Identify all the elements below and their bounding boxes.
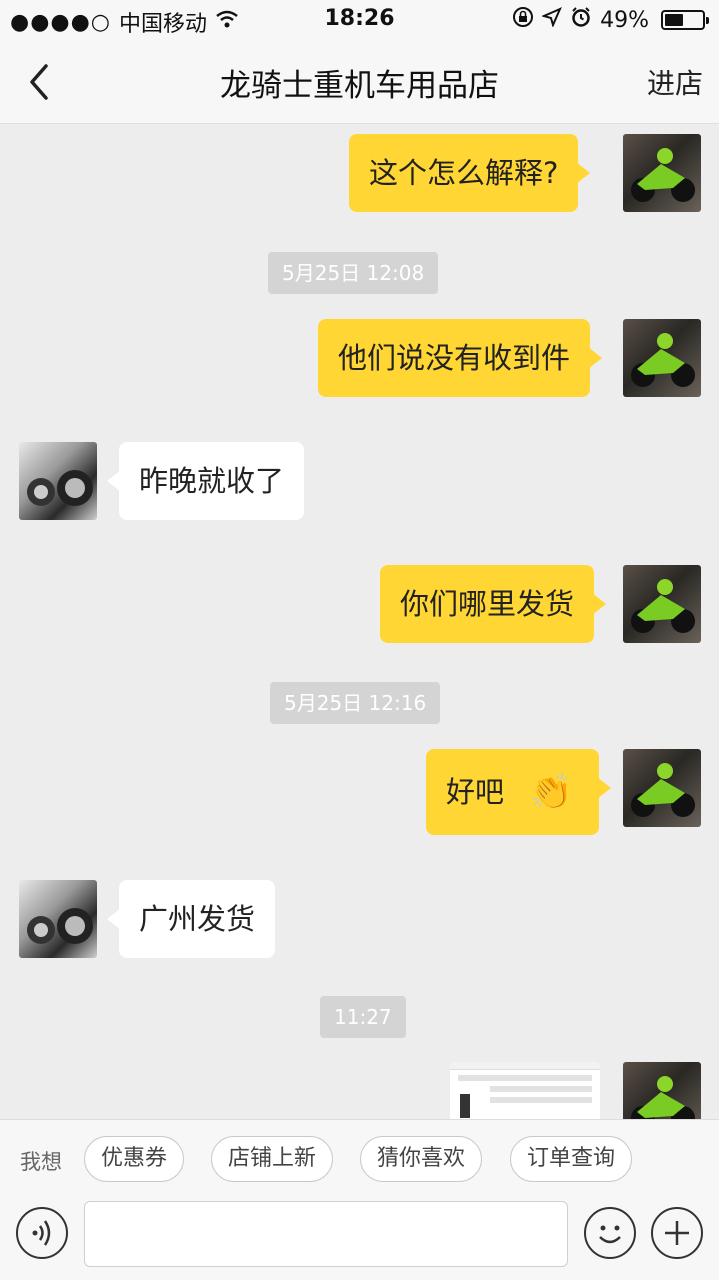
input-bar (0, 1197, 719, 1280)
voice-icon (32, 1220, 51, 1246)
quick-reply-new-arrivals[interactable]: 店铺上新 (211, 1136, 334, 1182)
avatar-self[interactable] (623, 134, 701, 212)
avatar-shop[interactable] (19, 442, 97, 520)
image-message-thumbnail[interactable] (450, 1062, 600, 1119)
thumbnail-status-bar (450, 1062, 600, 1070)
thumbnail-row (458, 1075, 592, 1081)
motorcycle-avatar-icon (631, 148, 695, 202)
chat-area[interactable]: 这个怎么解释? 5月25日 12:08 他们说没有收到件 昨晚就收了 你们哪里发… (0, 124, 719, 1119)
motorcycle-avatar-icon (631, 1076, 695, 1119)
timestamp: 5月25日 12:08 (268, 252, 439, 294)
page-title: 龙骑士重机车用品店 (220, 68, 499, 104)
chopper-avatar-icon (27, 470, 93, 506)
avatar-shop[interactable] (19, 880, 97, 958)
timestamp: 11:27 (320, 996, 406, 1038)
avatar-self[interactable] (623, 1062, 701, 1119)
message-input[interactable] (84, 1201, 568, 1267)
quick-reply-order-query[interactable]: 订单查询 (510, 1136, 633, 1182)
emoji-button[interactable] (584, 1207, 636, 1259)
quick-reply-bar: 我想 优惠券 店铺上新 猜你喜欢 订单查询 (0, 1119, 719, 1197)
message-bubble-received[interactable]: 昨晚就收了 (106, 442, 305, 520)
motorcycle-avatar-icon (631, 333, 695, 387)
status-bar: ●●●●○ 中国移动 18:26 49% (0, 0, 719, 40)
enter-shop-button[interactable]: 进店 (647, 62, 703, 102)
more-button[interactable] (651, 1207, 703, 1259)
quick-reply-label: 我想 (20, 1150, 62, 1174)
clapping-hands-icon: 👏 (530, 772, 573, 812)
chopper-avatar-icon (27, 908, 93, 944)
quick-reply-recommend[interactable]: 猜你喜欢 (360, 1136, 483, 1182)
message-text: 好吧 (446, 775, 505, 809)
motorcycle-avatar-icon (631, 579, 695, 633)
nav-bar: 龙骑士重机车用品店 进店 (0, 40, 719, 124)
avatar-self[interactable] (623, 565, 701, 643)
thumbnail-row (490, 1097, 592, 1103)
status-right: 49% (512, 6, 709, 34)
avatar-self[interactable] (623, 319, 701, 397)
message-bubble-sent[interactable]: 他们说没有收到件 (318, 319, 603, 397)
thumbnail-row (490, 1086, 592, 1092)
rotation-lock-icon (512, 6, 534, 34)
smiley-icon (599, 1225, 621, 1244)
thumbnail-product-image (460, 1094, 470, 1118)
alarm-icon (570, 6, 592, 34)
voice-button[interactable] (16, 1207, 68, 1259)
message-bubble-sent[interactable]: 你们哪里发货 (380, 565, 607, 643)
plus-icon (665, 1221, 689, 1245)
battery-icon (661, 10, 709, 30)
battery-percent: 49% (600, 7, 649, 33)
quick-reply-coupon[interactable]: 优惠券 (84, 1136, 185, 1182)
message-bubble-received[interactable]: 广州发货 (106, 880, 276, 958)
motorcycle-avatar-icon (631, 763, 695, 817)
location-icon (541, 7, 563, 33)
avatar-self[interactable] (623, 749, 701, 827)
message-bubble-sent[interactable]: 好吧 👏 (426, 749, 611, 835)
timestamp: 5月25日 12:16 (270, 682, 441, 724)
message-bubble-sent[interactable]: 这个怎么解释? (349, 134, 591, 212)
